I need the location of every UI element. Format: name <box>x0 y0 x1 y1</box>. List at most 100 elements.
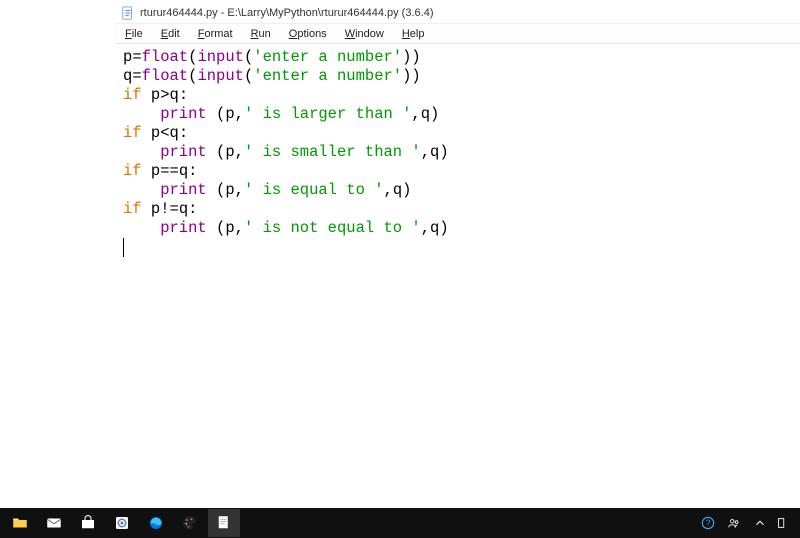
token-op: < <box>160 124 169 142</box>
token-punc: ( <box>244 67 253 85</box>
menu-run[interactable]: Run <box>247 26 275 42</box>
token-punc: , <box>235 143 244 161</box>
python-file-icon <box>121 6 135 20</box>
token-builtin: float <box>142 67 189 85</box>
token-punc: ( <box>216 219 225 237</box>
token-id: p <box>225 143 234 161</box>
code-line[interactable]: print (p,' is smaller than ',q) <box>123 143 792 162</box>
token-kw: if <box>123 162 142 180</box>
token-punc: ) <box>439 143 448 161</box>
menu-format[interactable]: Format <box>194 26 237 42</box>
token-id: q <box>179 162 188 180</box>
token-id: p <box>142 162 161 180</box>
text-cursor <box>123 238 792 257</box>
taskbar-pinned <box>4 509 240 537</box>
tray-help-icon[interactable]: ? <box>700 515 716 531</box>
token-op: = <box>132 48 141 66</box>
token-punc: : <box>179 124 188 142</box>
token-id: q <box>421 105 430 123</box>
code-line[interactable]: if p>q: <box>123 86 792 105</box>
code-line[interactable]: print (p,' is larger than ',q) <box>123 105 792 124</box>
token-punc: , <box>411 105 420 123</box>
token-op: > <box>160 86 169 104</box>
menu-options[interactable]: Options <box>285 26 331 42</box>
taskbar-mail-icon[interactable] <box>38 509 70 537</box>
menubar: File Edit Format Run Options Window Help <box>115 24 800 44</box>
token-str: ' is not equal to ' <box>244 219 421 237</box>
taskbar-notepad-icon[interactable] <box>208 509 240 537</box>
menu-window[interactable]: Window <box>341 26 388 42</box>
token-punc: )) <box>402 67 421 85</box>
token-id: p <box>142 86 161 104</box>
tray-more-icon[interactable] <box>778 515 786 531</box>
token-id: q <box>430 143 439 161</box>
taskbar-paint-icon[interactable] <box>174 509 206 537</box>
token-id: q <box>170 124 179 142</box>
token-id <box>207 181 216 199</box>
token-str: ' is equal to ' <box>244 181 384 199</box>
menu-help[interactable]: Help <box>398 26 429 42</box>
code-editor[interactable]: p=float(input('enter a number'))q=float(… <box>115 44 800 508</box>
menu-file[interactable]: File <box>121 26 147 42</box>
token-builtin: print <box>160 105 207 123</box>
token-id: q <box>430 219 439 237</box>
token-punc: ) <box>439 219 448 237</box>
token-op: = <box>132 67 141 85</box>
token-str: 'enter a number' <box>253 67 402 85</box>
window-title: rturur464444.py - E:\Larry\MyPython\rtur… <box>140 7 433 19</box>
token-punc: : <box>188 162 197 180</box>
token-id: q <box>393 181 402 199</box>
token-id <box>207 105 216 123</box>
tray-people-icon[interactable] <box>726 515 742 531</box>
taskbar-file-explorer-icon[interactable] <box>4 509 36 537</box>
token-id: q <box>170 86 179 104</box>
code-line[interactable]: p=float(input('enter a number')) <box>123 48 792 67</box>
token-str: ' is larger than ' <box>244 105 411 123</box>
taskbar-edge-icon[interactable] <box>140 509 172 537</box>
idle-window: rturur464444.py - E:\Larry\MyPython\rtur… <box>115 2 800 508</box>
token-str: 'enter a number' <box>253 48 402 66</box>
blank-region <box>0 0 115 508</box>
token-builtin: input <box>197 48 244 66</box>
code-line[interactable]: print (p,' is not equal to ',q) <box>123 219 792 238</box>
token-kw: if <box>123 86 142 104</box>
token-punc: , <box>421 143 430 161</box>
code-line[interactable]: if p!=q: <box>123 200 792 219</box>
tray-chevron-up-icon[interactable] <box>752 515 768 531</box>
token-id: p <box>225 181 234 199</box>
token-str: ' is smaller than ' <box>244 143 421 161</box>
token-id: p <box>123 48 132 66</box>
token-punc: ( <box>244 48 253 66</box>
menu-edit[interactable]: Edit <box>157 26 184 42</box>
code-line[interactable]: q=float(input('enter a number')) <box>123 67 792 86</box>
taskbar-tray: ? <box>700 515 796 531</box>
code-line[interactable]: if p==q: <box>123 162 792 181</box>
token-id: p <box>225 105 234 123</box>
token-builtin: print <box>160 181 207 199</box>
token-id <box>207 143 216 161</box>
token-id: q <box>123 67 132 85</box>
taskbar-chrome-icon[interactable] <box>106 509 138 537</box>
token-op: == <box>160 162 179 180</box>
code-line[interactable]: print (p,' is equal to ',q) <box>123 181 792 200</box>
token-punc: , <box>235 219 244 237</box>
token-kw: if <box>123 200 142 218</box>
token-punc: ( <box>216 181 225 199</box>
token-builtin: print <box>160 219 207 237</box>
taskbar-store-icon[interactable] <box>72 509 104 537</box>
code-line[interactable]: if p<q: <box>123 124 792 143</box>
token-punc: , <box>421 219 430 237</box>
token-punc: ) <box>430 105 439 123</box>
token-punc: , <box>235 105 244 123</box>
token-punc: ) <box>402 181 411 199</box>
token-punc: ( <box>216 143 225 161</box>
svg-text:?: ? <box>706 519 711 528</box>
token-punc: : <box>188 200 197 218</box>
token-punc: : <box>179 86 188 104</box>
titlebar[interactable]: rturur464444.py - E:\Larry\MyPython\rtur… <box>115 2 800 24</box>
token-builtin: float <box>142 48 189 66</box>
token-punc: )) <box>402 48 421 66</box>
token-kw: if <box>123 124 142 142</box>
taskbar: ? <box>0 508 800 538</box>
token-id: p <box>142 124 161 142</box>
